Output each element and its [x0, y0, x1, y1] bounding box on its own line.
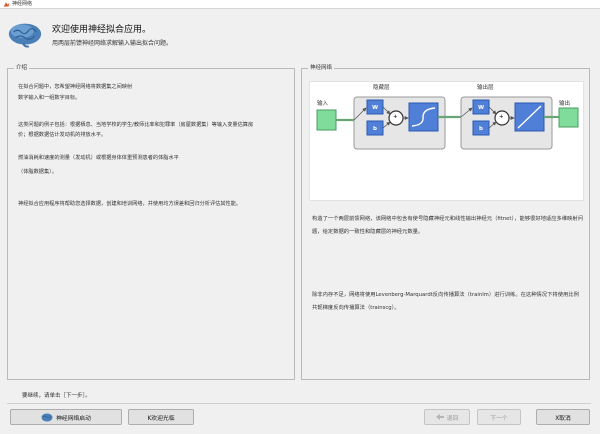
output-bias-text: b: [479, 126, 483, 132]
hidden-sum-text: +: [393, 114, 398, 120]
window-titlebar: 神经网络: [0, 0, 600, 9]
intro-line: （体脂数据集）。: [18, 169, 57, 175]
matlab-icon: [3, 2, 10, 7]
footer-divider: [7, 403, 591, 404]
intro-line: 价；根据数据估计发动机的排放水平。: [18, 132, 107, 138]
back-button-label: 退回: [446, 415, 459, 422]
intro-line: 神经拟合应用程序将帮助您选择数据，创建和培训网络，并使用均方误差和回归分析评估其…: [18, 201, 242, 207]
input-block: [316, 109, 337, 131]
output-block: [558, 107, 579, 128]
welcome-button[interactable]: K欢迎光临: [128, 409, 194, 425]
intro-panel: 介绍 在拟合问题中，您希望神经网络将数据集之间映射 数字输入和一组数字目标。 这…: [7, 64, 295, 380]
next-button[interactable]: 下一个: [477, 409, 521, 425]
network-description: 构造了一个两层前馈网络，该网络中包含有使号隐藏神经元和线性输出神经元（fitne…: [312, 216, 584, 235]
brain-icon: [8, 23, 42, 48]
training-description: 除非内存不足，网络将使用Levenberg-Marquardt反向传播算法（tr…: [312, 292, 579, 311]
welcome-title: 欢迎使用神经拟合应用。: [52, 25, 152, 35]
back-button[interactable]: 退回: [424, 409, 470, 425]
welcome-button-label: K欢迎光临: [147, 415, 175, 422]
intro-line: 在拟合问题中，您希望神经网络将数据集之间映射: [18, 84, 133, 90]
intro-line: 这类问题的例子包括：根据栖息、当地学校的学生/教师比率和犯罪率（房屋数据集）等输…: [18, 122, 254, 128]
continue-hint: 要继续，请单击［下一步］。: [22, 393, 91, 399]
network-panel: 神经网络 输入 隐藏层 输出层 输出 W b + W b + 构造了一个两层前馈…: [301, 64, 590, 380]
hidden-weight-text: W: [372, 105, 379, 111]
diagram-input-label: 输入: [317, 101, 329, 107]
cancel-button[interactable]: X取消: [536, 409, 590, 425]
cancel-button-label: X取消: [555, 415, 571, 422]
diagram-output-layer-label: 输出层: [477, 85, 494, 91]
window-title: 神经网络: [12, 1, 33, 7]
brain-icon: [41, 413, 53, 421]
network-diagram: [316, 96, 579, 150]
network-panel-title: 神经网络: [308, 64, 335, 72]
back-arrow-icon: [435, 414, 444, 420]
diagram-hidden-label: 隐藏层: [373, 85, 390, 91]
welcome-subtitle: 用两层前馈神经网络求解输入输出拟合问题。: [52, 40, 173, 47]
output-weight-text: W: [478, 105, 485, 111]
neural-network-start-button[interactable]: 神经网络启动: [10, 409, 122, 425]
diagram-output-label: 输出: [559, 101, 571, 107]
hidden-bias-text: b: [373, 126, 377, 132]
intro-line: 数字输入和一组数字目标。: [18, 95, 81, 101]
neural-network-start-label: 神经网络启动: [56, 415, 91, 422]
output-sum-text: +: [499, 114, 504, 120]
next-button-label: 下一个: [490, 415, 508, 422]
intro-line: 燃油消耗和速度的测量（发动机）或根据身体体重预测患者的体脂水平: [18, 155, 179, 161]
intro-panel-title: 介绍: [14, 64, 30, 72]
